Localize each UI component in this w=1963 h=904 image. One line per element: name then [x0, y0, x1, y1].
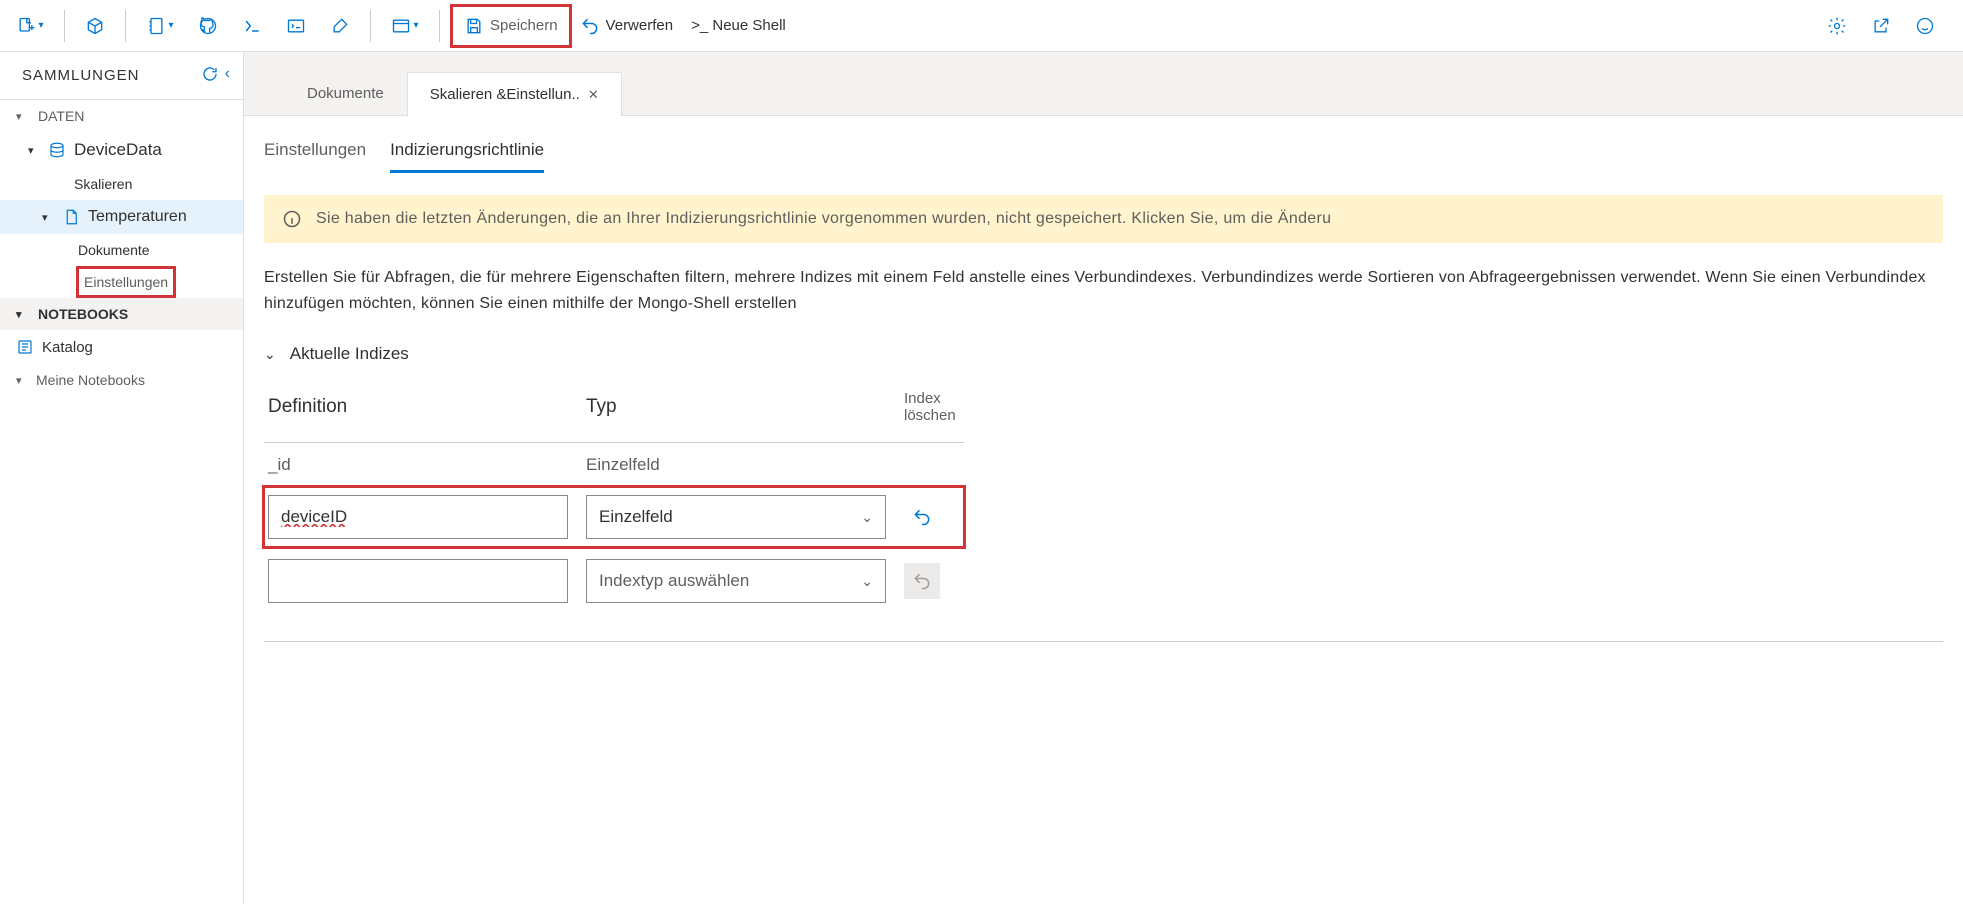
warning-bar[interactable]: Sie haben die letzten Änderungen, die an…	[264, 195, 1943, 243]
th-delete: Index löschen	[904, 390, 984, 424]
sidebar-item-label: Dokumente	[78, 242, 150, 258]
subtab-label: Indizierungsrichtlinie	[390, 140, 544, 159]
undo-icon	[580, 16, 600, 36]
new-shell-label: >_ Neue Shell	[691, 17, 786, 34]
sidebar-section-notebooks[interactable]: ▾ NOTEBOOKS	[0, 298, 243, 330]
table-row-highlighted: Einzelfeld ⌄	[264, 487, 964, 547]
sidebar-item-label: Meine Notebooks	[36, 372, 145, 388]
sidebar: SAMMLUNGEN ‹ ▾ DATEN ▾ DeviceData Skalie…	[0, 52, 244, 904]
new-item-button[interactable]: ▾	[8, 8, 52, 44]
save-icon	[464, 16, 484, 36]
settings-highlight: Einstellungen	[78, 268, 174, 296]
cell-definition: _id	[268, 455, 568, 475]
notebook-button[interactable]: ▾	[138, 8, 182, 44]
th-definition: Definition	[268, 396, 568, 418]
console-icon-button[interactable]	[278, 8, 314, 44]
new-shell-button[interactable]: >_ Neue Shell	[683, 8, 794, 44]
chevron-down-icon: ⌄	[264, 346, 276, 363]
collapse-icon[interactable]: ‹	[225, 65, 231, 87]
tab-documents[interactable]: Dokumente	[284, 71, 407, 115]
sidebar-item-label: Einstellungen	[84, 274, 168, 290]
definition-input[interactable]	[268, 559, 568, 603]
content: Einstellungen Indizierungsrichtlinie Sie…	[244, 116, 1963, 662]
github-icon-button[interactable]	[190, 8, 226, 44]
chevron-down-icon: ▾	[16, 110, 28, 123]
subtab-settings[interactable]: Einstellungen	[264, 140, 366, 173]
sidebar-item-label: Katalog	[42, 339, 93, 356]
tabs-row: Dokumente Skalieren &Einstellun.. ✕	[244, 52, 1963, 116]
chevron-down-icon: ▾	[28, 144, 40, 157]
warning-text: Sie haben die letzten Änderungen, die an…	[316, 210, 1331, 228]
table-row: _id Einzelfeld	[264, 443, 964, 487]
sidebar-item-catalog[interactable]: Katalog	[0, 330, 243, 364]
section-label: DATEN	[38, 108, 84, 124]
sidebar-item-collection[interactable]: ▾ Temperaturen	[0, 200, 243, 234]
cell-type: Einzelfeld	[586, 455, 886, 475]
section-label: NOTEBOOKS	[38, 306, 128, 322]
chevron-down-icon: ▾	[42, 211, 54, 224]
sidebar-section-data[interactable]: ▾ DATEN	[0, 100, 243, 132]
clear-icon-button[interactable]	[322, 8, 358, 44]
document-icon	[62, 208, 80, 226]
command-bar: ▾ ▾ ▾ Spei	[0, 0, 1963, 52]
refresh-icon[interactable]	[201, 65, 219, 87]
window-icon-button[interactable]: ▾	[383, 8, 427, 44]
sidebar-item-settings[interactable]: Einstellungen	[0, 266, 243, 298]
tab-scale-settings[interactable]: Skalieren &Einstellun.. ✕	[407, 72, 622, 116]
terminal-icon-button[interactable]	[234, 8, 270, 44]
database-label: DeviceData	[74, 140, 162, 160]
section-toggle-indices[interactable]: ⌄ Aktuelle Indizes	[264, 344, 1943, 364]
help-text: Erstellen Sie für Abfragen, die für mehr…	[264, 265, 1943, 316]
chevron-down-icon: ▾	[413, 20, 418, 31]
th-type: Typ	[586, 396, 886, 418]
type-select[interactable]: Einzelfeld ⌄	[586, 495, 886, 539]
subtabs: Einstellungen Indizierungsrichtlinie	[264, 140, 1943, 173]
settings-icon-button[interactable]	[1819, 8, 1855, 44]
subtab-label: Einstellungen	[264, 140, 366, 159]
chevron-down-icon: ▾	[38, 20, 43, 31]
sidebar-title: SAMMLUNGEN	[22, 67, 140, 84]
discard-label: Verwerfen	[606, 17, 674, 34]
section-title: Aktuelle Indizes	[290, 344, 409, 364]
index-table: Definition Typ Index löschen _id Einzelf…	[264, 382, 964, 615]
chevron-down-icon: ▾	[16, 308, 28, 321]
main-area: Dokumente Skalieren &Einstellun.. ✕ Eins…	[244, 52, 1963, 904]
sidebar-item-documents[interactable]: Dokumente	[0, 234, 243, 266]
catalog-icon	[16, 338, 34, 356]
chevron-down-icon: ▾	[16, 374, 28, 387]
select-placeholder: Indextyp auswählen	[599, 571, 749, 591]
chevron-down-icon: ⌄	[861, 573, 873, 590]
subtab-indexing[interactable]: Indizierungsrichtlinie	[390, 140, 544, 173]
info-icon	[282, 209, 302, 229]
sidebar-item-database[interactable]: ▾ DeviceData	[0, 132, 243, 168]
table-header: Definition Typ Index löschen	[264, 382, 964, 443]
close-icon[interactable]: ✕	[588, 87, 599, 103]
type-select[interactable]: Indextyp auswählen ⌄	[586, 559, 886, 603]
collection-label: Temperaturen	[88, 208, 187, 226]
undo-row-button[interactable]	[904, 499, 940, 535]
package-icon-button[interactable]	[77, 8, 113, 44]
definition-input[interactable]	[268, 495, 568, 539]
sidebar-header: SAMMLUNGEN ‹	[0, 52, 243, 100]
feedback-icon-button[interactable]	[1907, 8, 1943, 44]
undo-row-button-disabled	[904, 563, 940, 599]
chevron-down-icon: ▾	[168, 20, 173, 31]
open-external-icon-button[interactable]	[1863, 8, 1899, 44]
chevron-down-icon: ⌄	[861, 509, 873, 526]
tab-label: Skalieren &Einstellun..	[430, 86, 580, 103]
select-value: Einzelfeld	[599, 507, 673, 527]
divider	[264, 641, 1943, 642]
table-row: Indextyp auswählen ⌄	[264, 547, 964, 615]
save-button[interactable]: Speichern	[456, 8, 566, 44]
sidebar-item-scale[interactable]: Skalieren	[0, 168, 243, 200]
save-button-highlight: Speichern	[452, 6, 570, 46]
tab-label: Dokumente	[307, 85, 384, 102]
sidebar-item-mynotebooks[interactable]: ▾ Meine Notebooks	[0, 364, 243, 396]
sidebar-item-label: Skalieren	[74, 176, 132, 192]
discard-button[interactable]: Verwerfen	[572, 8, 682, 44]
save-label: Speichern	[490, 17, 558, 34]
database-icon	[48, 141, 66, 159]
